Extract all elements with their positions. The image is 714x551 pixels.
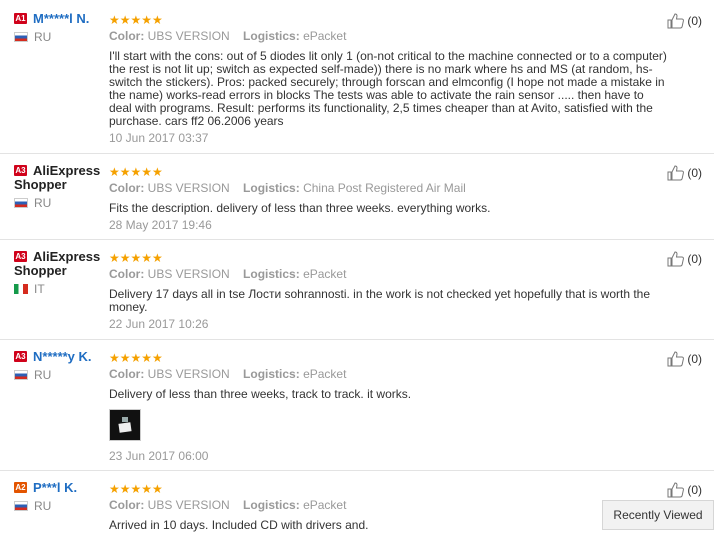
star-rating: ★★★★★ bbox=[109, 251, 163, 265]
like-count: (0) bbox=[687, 252, 702, 266]
flag-it-icon bbox=[14, 284, 28, 294]
reviewer-country: RU bbox=[14, 499, 106, 513]
reviewer-name[interactable]: A1 M*****l N. bbox=[14, 12, 106, 26]
reviewer-name[interactable]: A2 P***l K. bbox=[14, 481, 106, 495]
like-count: (0) bbox=[687, 352, 702, 366]
reviewer-info: A3 N*****y K. RU bbox=[14, 350, 106, 382]
review-item: A1 M*****l N. RU ★★★★★ Color: UBS VERSION… bbox=[0, 0, 714, 154]
reviewer-name: A3 AliExpress Shopper bbox=[14, 163, 101, 192]
flag-ru-icon bbox=[14, 501, 28, 511]
review-meta: Color: UBS VERSION Logistics: ePacket bbox=[109, 367, 347, 381]
review-meta: Color: UBS VERSION Logistics: ePacket bbox=[109, 267, 347, 281]
review-text: I'll start with the cons: out of 5 diode… bbox=[109, 49, 667, 128]
thumbs-up-icon bbox=[667, 482, 685, 498]
reviewer-name[interactable]: A3 N*****y K. bbox=[14, 350, 106, 364]
flag-ru-icon bbox=[14, 198, 28, 208]
thumbs-up-icon bbox=[667, 165, 685, 181]
like-count: (0) bbox=[687, 14, 702, 28]
thumbs-up-icon bbox=[667, 251, 685, 267]
review-list: A1 M*****l N. RU ★★★★★ Color: UBS VERSION… bbox=[0, 0, 714, 551]
review-text: Arrived in 10 days. Included CD with dri… bbox=[109, 518, 369, 532]
buyer-level-badge: A3 bbox=[14, 251, 27, 262]
review-date: 28 May 2017 19:46 bbox=[109, 218, 212, 232]
buyer-level-badge: A2 bbox=[14, 482, 27, 493]
flag-ru-icon bbox=[14, 32, 28, 42]
like-button[interactable]: (0) bbox=[667, 165, 702, 181]
reviewer-info: A3 AliExpress Shopper IT bbox=[14, 250, 106, 296]
like-button[interactable]: (0) bbox=[667, 251, 702, 267]
star-rating: ★★★★★ bbox=[109, 165, 163, 179]
like-count: (0) bbox=[687, 483, 702, 497]
review-content: ★★★★★ Color: UBS VERSION Logistics: ePac… bbox=[109, 482, 669, 532]
like-count: (0) bbox=[687, 166, 702, 180]
star-rating: ★★★★★ bbox=[109, 13, 163, 27]
thumbs-up-icon bbox=[667, 13, 685, 29]
reviewer-name: A3 AliExpress Shopper bbox=[14, 249, 101, 278]
review-text: Delivery of less than three weeks, track… bbox=[109, 387, 412, 401]
photo-detail bbox=[118, 422, 132, 433]
buyer-level-badge: A3 bbox=[14, 351, 27, 362]
reviewer-info: A2 P***l K. RU bbox=[14, 481, 106, 513]
review-content: ★★★★★ Color: UBS VERSION Logistics: ePac… bbox=[109, 351, 669, 463]
review-item: A3 AliExpress Shopper IT ★★★★★ Color: UBS… bbox=[0, 240, 714, 340]
review-meta: Color: UBS VERSION Logistics: ePacket bbox=[109, 29, 347, 43]
star-rating: ★★★★★ bbox=[109, 482, 163, 496]
buyer-level-badge: A1 bbox=[14, 13, 27, 24]
flag-ru-icon bbox=[14, 370, 28, 380]
reviewer-country: RU bbox=[14, 196, 106, 210]
review-text: Delivery 17 days all in tse Лости sohran… bbox=[109, 287, 651, 314]
review-meta: Color: UBS VERSION Logistics: China Post… bbox=[109, 181, 466, 195]
review-text: Fits the description. delivery of less t… bbox=[109, 201, 491, 215]
like-button[interactable]: (0) bbox=[667, 482, 702, 498]
thumbs-up-icon bbox=[667, 351, 685, 367]
photo-detail bbox=[122, 417, 128, 422]
reviewer-info: A1 M*****l N. RU bbox=[14, 12, 106, 44]
review-date: 23 Jun 2017 06:00 bbox=[109, 449, 209, 463]
review-item: A3 N*****y K. RU ★★★★★ Color: UBS VERSION… bbox=[0, 340, 714, 471]
review-date: 10 Jun 2017 03:37 bbox=[109, 131, 209, 145]
review-content: ★★★★★ Color: UBS VERSION Logistics: ePac… bbox=[109, 251, 669, 331]
reviewer-country: RU bbox=[14, 368, 106, 382]
review-meta: Color: UBS VERSION Logistics: ePacket bbox=[109, 498, 347, 512]
review-content: ★★★★★ Color: UBS VERSION Logistics: Chin… bbox=[109, 165, 669, 232]
review-date: 22 Jun 2017 10:26 bbox=[109, 317, 209, 331]
star-rating: ★★★★★ bbox=[109, 351, 163, 365]
reviewer-country: RU bbox=[14, 30, 106, 44]
reviewer-info: A3 AliExpress Shopper RU bbox=[14, 164, 106, 210]
like-button[interactable]: (0) bbox=[667, 13, 702, 29]
review-photo[interactable] bbox=[109, 409, 141, 441]
reviewer-country: IT bbox=[14, 282, 106, 296]
buyer-level-badge: A3 bbox=[14, 165, 27, 176]
recently-viewed-button[interactable]: Recently Viewed bbox=[602, 500, 714, 530]
review-item: A3 AliExpress Shopper RU ★★★★★ Color: UBS… bbox=[0, 154, 714, 240]
review-content: ★★★★★ Color: UBS VERSION Logistics: ePac… bbox=[109, 13, 669, 145]
like-button[interactable]: (0) bbox=[667, 351, 702, 367]
